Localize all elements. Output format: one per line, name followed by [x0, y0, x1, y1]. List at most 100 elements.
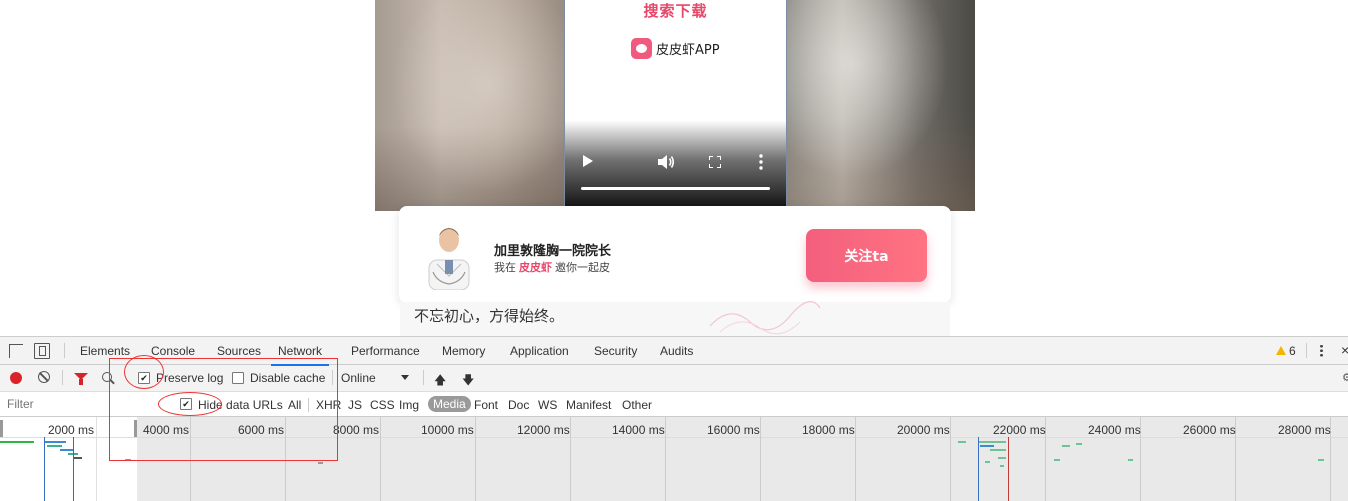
invite-brand: 皮皮虾: [519, 261, 552, 274]
request-bar: [1054, 459, 1060, 461]
tab-audits[interactable]: Audits: [660, 337, 693, 364]
divider: [423, 370, 424, 385]
request-bar: [1318, 459, 1324, 461]
request-bar: [985, 461, 990, 463]
request-bar: [1000, 465, 1004, 467]
request-bar: [998, 457, 1006, 459]
filter-type-other[interactable]: Other: [622, 398, 652, 412]
request-bar: [1076, 443, 1082, 445]
tick-label: 20000 ms: [897, 423, 950, 437]
tick-label: 18000 ms: [802, 423, 855, 437]
tick-label: 14000 ms: [612, 423, 665, 437]
request-bar: [990, 449, 1006, 451]
grid-line: [855, 417, 856, 501]
request-bar: [60, 449, 74, 451]
app-branding: 皮皮虾APP: [631, 38, 720, 59]
tab-performance[interactable]: Performance: [351, 337, 420, 364]
blurred-background-right: [785, 0, 975, 211]
motto-text: 不忘初心，方得始终。: [414, 307, 565, 325]
devtools-menu-icon[interactable]: [1320, 344, 1323, 357]
avatar: [428, 228, 470, 290]
annotation-oval-preserve-log: [124, 355, 164, 389]
export-har-icon[interactable]: 🡇: [462, 371, 474, 392]
warning-icon: [1276, 346, 1286, 355]
filter-type-img[interactable]: Img: [399, 398, 419, 412]
play-icon[interactable]: [583, 155, 593, 167]
request-bar: [0, 441, 34, 443]
video-player[interactable]: 搜索下载 皮皮虾APP: [564, 0, 787, 207]
app-name: 皮皮虾APP: [656, 43, 720, 58]
video-progress-bar[interactable]: [581, 187, 770, 190]
video-title: 搜索下载: [643, 2, 708, 20]
request-bar: [318, 462, 323, 464]
request-bar: [74, 457, 82, 459]
web-page: 搜索下载 皮皮虾APP 加里敦隆胸一院院长 我在 皮皮虾 邀你一起皮 关注ta …: [0, 0, 1348, 336]
inspect-element-icon[interactable]: [9, 344, 23, 358]
load-event-line: [73, 437, 74, 501]
grid-line: [570, 417, 571, 501]
decorative-swirl-icon: [709, 301, 821, 335]
record-button[interactable]: [10, 372, 22, 384]
tick-label: 24000 ms: [1088, 423, 1141, 437]
grid-line: [475, 417, 476, 501]
tick-label: 10000 ms: [421, 423, 474, 437]
warnings-count: 6: [1289, 344, 1296, 358]
divider: [64, 343, 65, 358]
request-bar: [44, 441, 66, 443]
filter-type-js[interactable]: JS: [348, 398, 362, 412]
filter-type-manifest[interactable]: Manifest: [566, 398, 611, 412]
grid-line: [760, 417, 761, 501]
request-bar: [1062, 445, 1070, 447]
video-controls-gradient: [565, 120, 786, 207]
filter-type-font[interactable]: Font: [474, 398, 498, 412]
tick-label: 8000 ms: [333, 423, 380, 437]
tick-label: 16000 ms: [707, 423, 760, 437]
follow-button[interactable]: 关注ta: [806, 229, 927, 282]
invite-text: 我在 皮皮虾 邀你一起皮: [494, 259, 610, 275]
doctor-name: 加里敦隆胸一院院长: [494, 244, 612, 259]
close-icon[interactable]: ×: [1341, 342, 1348, 358]
request-bar: [958, 441, 966, 443]
request-bar: [1128, 459, 1133, 461]
filter-type-media[interactable]: Media: [428, 396, 471, 412]
warnings-counter[interactable]: 6: [1276, 344, 1296, 358]
app-logo-icon: [631, 38, 652, 59]
filter-type-css[interactable]: CSS: [370, 398, 395, 412]
tick-label: 2000 ms: [48, 423, 95, 437]
fullscreen-icon[interactable]: [709, 156, 721, 168]
more-options-icon[interactable]: [759, 154, 763, 170]
grid-line: [665, 417, 666, 501]
timeline-selection-handle-left[interactable]: [0, 420, 3, 437]
tick-label: 22000 ms: [993, 423, 1046, 437]
invite-suffix: 邀你一起皮: [555, 261, 610, 274]
filter-type-ws[interactable]: WS: [538, 398, 557, 412]
dom-content-loaded-line: [44, 437, 45, 501]
grid-line: [950, 417, 951, 501]
filter-type-doc[interactable]: Doc: [508, 398, 529, 412]
device-toolbar-icon[interactable]: [34, 343, 50, 359]
invite-prefix: 我在: [494, 261, 516, 274]
blurred-background-left: [375, 0, 565, 211]
tick-label: 28000 ms: [1278, 423, 1331, 437]
tick-label: 26000 ms: [1183, 423, 1236, 437]
request-bar: [980, 445, 994, 447]
dom-content-loaded-line: [978, 437, 979, 501]
import-har-icon[interactable]: 🡅: [434, 371, 446, 392]
load-event-line: [1008, 437, 1009, 501]
filter-icon[interactable]: [74, 373, 88, 385]
clear-icon[interactable]: [38, 371, 50, 383]
throttling-select[interactable]: Online: [341, 371, 376, 385]
follow-card: 加里敦隆胸一院院长 我在 皮皮虾 邀你一起皮 关注ta: [399, 206, 951, 303]
tab-memory[interactable]: Memory: [442, 337, 485, 364]
settings-gear-icon[interactable]: ⚙: [1342, 371, 1348, 384]
chevron-down-icon[interactable]: [401, 375, 409, 380]
tab-security[interactable]: Security: [594, 337, 637, 364]
volume-icon[interactable]: [657, 154, 675, 170]
request-bar: [978, 441, 1006, 443]
tick-label: 12000 ms: [517, 423, 570, 437]
grid-line: [96, 417, 97, 501]
tab-application[interactable]: Application: [510, 337, 569, 364]
divider: [1306, 343, 1307, 358]
divider: [62, 370, 63, 385]
grid-line: [380, 417, 381, 501]
